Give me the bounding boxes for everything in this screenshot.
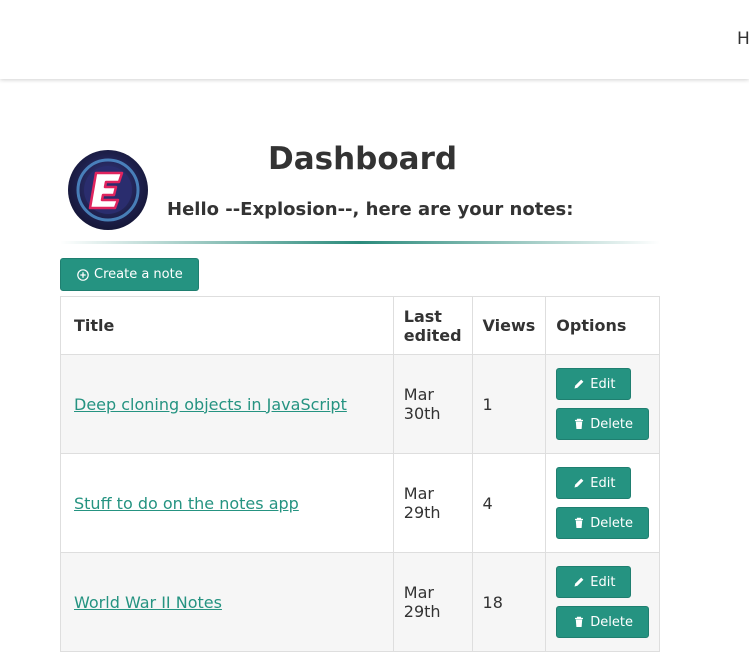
delete-label: Delete xyxy=(590,515,633,531)
trash-icon xyxy=(575,616,584,627)
views-cell: 4 xyxy=(471,453,547,553)
create-note-label: Create a note xyxy=(94,267,183,282)
note-title-cell: Stuff to do on the notes app xyxy=(60,453,394,553)
edit-label: Edit xyxy=(590,475,616,491)
table-header-row: Title Last edited Views Options xyxy=(60,296,660,355)
last-edited-cell: Mar 29th xyxy=(392,552,473,652)
column-header-title: Title xyxy=(60,296,394,355)
pencil-icon xyxy=(574,577,584,587)
delete-button[interactable]: Delete xyxy=(556,606,649,638)
nav-item[interactable]: H xyxy=(737,29,749,49)
note-title-cell: World War II Notes xyxy=(60,552,394,652)
edit-button[interactable]: Edit xyxy=(556,368,632,400)
delete-label: Delete xyxy=(590,416,633,432)
delete-button[interactable]: Delete xyxy=(556,408,649,440)
note-link[interactable]: World War II Notes xyxy=(74,593,222,612)
greeting-text: Hello --Explosion--, here are your notes… xyxy=(167,199,574,220)
create-note-button[interactable]: Create a note xyxy=(60,258,199,291)
column-header-views: Views xyxy=(471,296,547,355)
table-row: Stuff to do on the notes app Mar 29th 4 … xyxy=(60,453,660,553)
options-cell: Edit Delete xyxy=(545,354,660,454)
last-edited-cell: Mar 30th xyxy=(392,354,473,454)
trash-icon xyxy=(575,418,584,429)
explosion-logo-icon xyxy=(76,158,140,222)
options-cell: Edit Delete xyxy=(545,453,660,553)
table-row: Deep cloning objects in JavaScript Mar 3… xyxy=(60,354,660,454)
avatar xyxy=(68,150,148,230)
edit-button[interactable]: Edit xyxy=(556,566,632,598)
edit-button[interactable]: Edit xyxy=(556,467,632,499)
top-navbar: H xyxy=(0,0,749,79)
notes-table: Title Last edited Views Options Deep clo… xyxy=(60,296,660,652)
last-edited-cell: Mar 29th xyxy=(392,453,473,553)
edit-label: Edit xyxy=(590,574,616,590)
views-cell: 1 xyxy=(471,354,547,454)
plus-circle-icon xyxy=(77,268,89,281)
page-title: Dashboard xyxy=(268,141,458,177)
pencil-icon xyxy=(574,379,584,389)
column-header-options: Options xyxy=(545,296,660,355)
trash-icon xyxy=(575,517,584,528)
pencil-icon xyxy=(574,478,584,488)
views-cell: 18 xyxy=(471,552,547,652)
options-cell: Edit Delete xyxy=(545,552,660,652)
note-title-cell: Deep cloning objects in JavaScript xyxy=(60,354,394,454)
edit-label: Edit xyxy=(590,376,616,392)
table-row: World War II Notes Mar 29th 18 Edit Dele… xyxy=(60,552,660,652)
column-header-last-edited: Last edited xyxy=(392,296,473,355)
note-link[interactable]: Deep cloning objects in JavaScript xyxy=(74,395,347,414)
delete-button[interactable]: Delete xyxy=(556,507,649,539)
note-link[interactable]: Stuff to do on the notes app xyxy=(74,494,299,513)
delete-label: Delete xyxy=(590,614,633,630)
divider xyxy=(60,241,660,244)
